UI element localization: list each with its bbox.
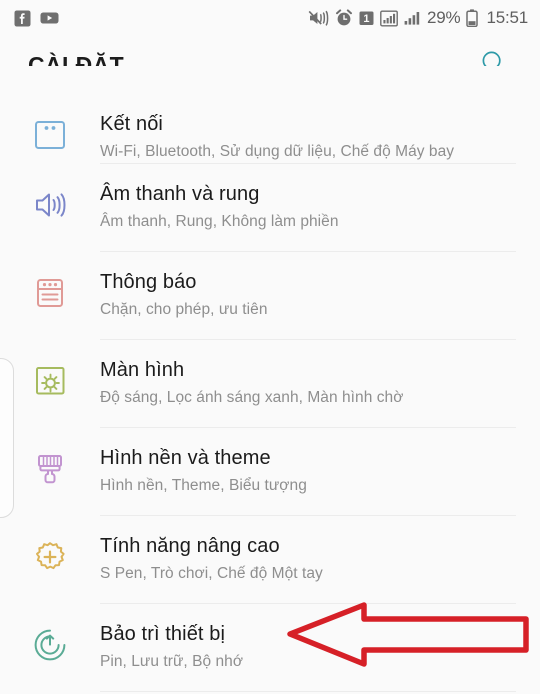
settings-row-title: Màn hình	[100, 359, 185, 381]
signal-bars-boxed-icon	[380, 10, 398, 27]
edge-panel-handle[interactable]	[0, 358, 14, 518]
settings-list: Kết nối Wi-Fi, Bluetooth, Sử dụng dữ liệ…	[0, 66, 540, 692]
row-divider	[100, 691, 516, 692]
signal-bars-icon	[404, 10, 421, 26]
settings-row-title: Bảo trì thiết bị	[100, 623, 225, 645]
svg-text:1: 1	[363, 13, 369, 25]
settings-row-subtitle: Chặn, cho phép, ưu tiên	[100, 301, 268, 318]
settings-row-text: Tính năng nâng cao S Pen, Trò chơi, Chế …	[100, 516, 516, 586]
device-maintenance-icon	[0, 604, 100, 666]
sim-card-1-icon: 1	[359, 10, 374, 26]
sound-vibration-icon	[0, 164, 100, 226]
settings-row-wallpaper-theme[interactable]: Hình nền và theme Hình nền, Theme, Biểu …	[0, 428, 540, 516]
settings-row-device-maintenance[interactable]: Bảo trì thiết bị Pin, Lưu trữ, Bộ nhớ	[0, 604, 540, 692]
advanced-features-icon	[0, 516, 100, 578]
status-bar-notification-icons	[14, 10, 59, 27]
settings-row-notifications[interactable]: Thông báo Chặn, cho phép, ưu tiên	[0, 252, 540, 340]
settings-row-text: Bảo trì thiết bị Pin, Lưu trữ, Bộ nhớ	[100, 604, 516, 674]
wallpaper-theme-icon	[0, 428, 100, 490]
settings-row-display[interactable]: Màn hình Độ sáng, Lọc ánh sáng xanh, Màn…	[0, 340, 540, 428]
youtube-icon	[40, 11, 59, 25]
settings-row-subtitle: S Pen, Trò chơi, Chế độ Một tay	[100, 565, 323, 582]
status-bar: 1 29% 15:51	[0, 0, 540, 36]
settings-row-text: Màn hình Độ sáng, Lọc ánh sáng xanh, Màn…	[100, 340, 516, 410]
settings-row-subtitle: Wi-Fi, Bluetooth, Sử dụng dữ liệu, Chế đ…	[100, 143, 455, 160]
settings-row-connections[interactable]: Kết nối Wi-Fi, Bluetooth, Sử dụng dữ liệ…	[0, 66, 540, 164]
notifications-icon	[0, 252, 100, 314]
settings-row-subtitle: Pin, Lưu trữ, Bộ nhớ	[100, 653, 244, 670]
battery-icon	[466, 9, 479, 27]
status-bar-system-icons: 1 29% 15:51	[308, 8, 528, 28]
settings-row-advanced-features[interactable]: Tính năng nâng cao S Pen, Trò chơi, Chế …	[0, 516, 540, 604]
alarm-clock-icon	[335, 9, 353, 27]
connections-icon	[0, 66, 100, 156]
settings-row-text: Âm thanh và rung Âm thanh, Rung, Không l…	[100, 164, 516, 234]
settings-row-subtitle: Hình nền, Theme, Biểu tượng	[100, 477, 307, 494]
settings-row-text: Hình nền và theme Hình nền, Theme, Biểu …	[100, 428, 516, 498]
settings-row-subtitle: Âm thanh, Rung, Không làm phiền	[100, 213, 339, 230]
facebook-icon	[14, 10, 31, 27]
settings-row-title: Kết nối	[100, 113, 163, 135]
settings-row-subtitle: Độ sáng, Lọc ánh sáng xanh, Màn hình chờ	[100, 389, 404, 406]
display-icon	[0, 340, 100, 402]
settings-row-title: Thông báo	[100, 271, 197, 293]
sound-mute-vibrate-icon	[308, 9, 329, 27]
status-bar-clock: 15:51	[486, 8, 528, 27]
settings-row-title: Âm thanh và rung	[100, 183, 260, 205]
battery-percent-label: 29%	[427, 8, 461, 27]
settings-row-text: Thông báo Chặn, cho phép, ưu tiên	[100, 252, 516, 322]
settings-row-sound-vibration[interactable]: Âm thanh và rung Âm thanh, Rung, Không l…	[0, 164, 540, 252]
settings-row-text: Kết nối Wi-Fi, Bluetooth, Sử dụng dữ liệ…	[100, 66, 516, 164]
settings-row-title: Tính năng nâng cao	[100, 535, 280, 557]
settings-row-title: Hình nền và theme	[100, 447, 271, 469]
